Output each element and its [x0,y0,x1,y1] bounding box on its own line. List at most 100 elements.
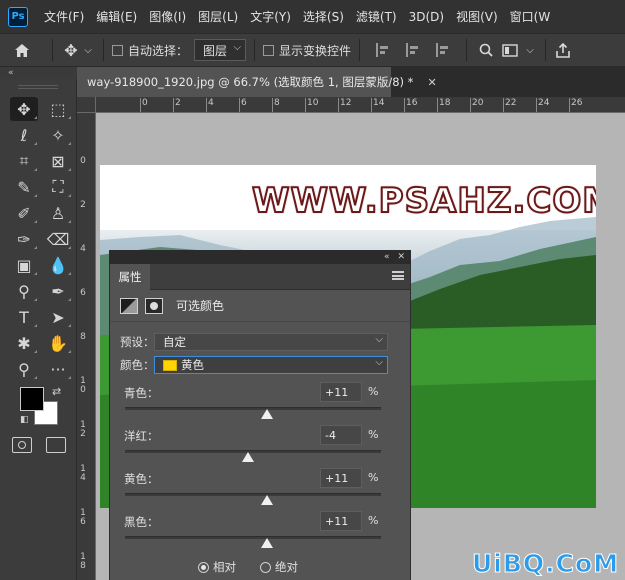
quick-mask-icon[interactable] [12,437,32,453]
menu-window[interactable]: 窗口(W [504,8,557,25]
options-bar: ✥ ⌵ 自动选择： 图层 显示变换控件 ⌵ [0,33,625,67]
slider-track[interactable] [125,407,381,410]
brush-tool-icon[interactable]: ✐ [10,201,38,225]
lasso-tool-icon[interactable]: ℓ [10,123,38,147]
preset-dropdown[interactable]: 自定 [154,333,388,351]
menu-type[interactable]: 文字(Y) [244,8,297,25]
menu-file[interactable]: 文件(F) [38,8,90,25]
close-icon[interactable]: ✕ [397,252,405,262]
ruler-label: 1 0 [80,376,86,395]
search-icon[interactable] [475,43,497,57]
ruler-label: 8 [80,332,86,342]
slider-value-input[interactable]: +11 [320,382,362,402]
pen-tool-icon[interactable]: ✒ [44,279,72,303]
crop-tool-icon[interactable]: ⌗ [10,149,38,173]
menu-3d[interactable]: 3D(D) [403,10,450,24]
dodge-tool-icon[interactable]: ⚲ [10,279,38,303]
menu-image[interactable]: 图像(I) [143,8,192,25]
chevron-down-icon[interactable]: ⌵ [81,45,95,56]
ruler-tick [371,98,372,112]
frame-tool-icon[interactable]: ⊠ [44,149,72,173]
properties-panel: 属性 可选颜色 预设： 自定 颜色： 黄色 青色： +11 % 洋红： -4 %… [109,264,411,580]
radio-relative[interactable] [198,561,209,573]
eraser-tool-icon[interactable]: ⌫ [44,227,72,251]
menu-view[interactable]: 视图(V) [450,8,504,25]
layer-mask-icon[interactable] [145,297,163,314]
path-select-tool-icon[interactable]: ➤ [44,305,72,329]
default-colors-icon[interactable]: ◧ [20,415,29,425]
colors-label: 颜色： [120,358,155,372]
menu-layer[interactable]: 图层(L) [192,8,244,25]
slider-value-input[interactable]: -4 [320,425,362,445]
panel-menu-icon[interactable] [392,271,404,280]
photoshop-logo: Ps [8,6,28,27]
move-tool-icon[interactable]: ✥ [61,41,81,60]
radio-absolute[interactable] [260,561,271,573]
tab-properties[interactable]: 属性 [110,264,150,290]
gradient-tool-icon[interactable]: ▣ [10,253,38,277]
screen-mode-icon[interactable] [46,437,66,453]
slider-value-input[interactable]: +11 [320,468,362,488]
slider-thumb[interactable] [261,538,274,548]
document-tab-title: way-918900_1920.jpg @ 66.7% (选取颜色 1, 图层蒙… [87,75,414,89]
tool-grid: ✥ ⬚ ℓ ✧ ⌗ ⊠ ✎ ⛶ ✐ ♙ ✑ ⌫ ▣ 💧 ⚲ ✒ T ➤ ✱ ✋ … [0,89,76,381]
marquee-tool-icon[interactable]: ⬚ [44,97,72,121]
shape-tool-icon[interactable]: ✱ [10,331,38,355]
share-icon[interactable] [554,42,572,58]
show-transform-checkbox[interactable] [263,44,275,56]
document-tab[interactable]: way-918900_1920.jpg @ 66.7% (选取颜色 1, 图层蒙… [77,67,437,97]
blur-tool-icon[interactable]: 💧 [44,253,72,277]
ruler-label: 1 4 [80,464,86,483]
preset-row: 预设： 自定 [110,332,388,352]
collapse-panel-icon[interactable]: « [384,252,390,262]
colors-dropdown[interactable]: 黄色 [154,356,388,374]
align-center-icon[interactable] [406,43,420,57]
adjustment-icon[interactable] [120,297,138,314]
panel-titlebar[interactable]: « ✕ [109,250,411,264]
hand-tool-icon[interactable]: ✋ [44,331,72,355]
slider-thumb[interactable] [241,452,254,462]
type-tool-icon[interactable]: T [10,305,38,329]
menu-filter[interactable]: 滤镜(T) [350,8,403,25]
close-icon[interactable]: ✕ [427,76,436,89]
zoom-tool-icon[interactable]: ⚲ [10,357,38,381]
slider-value-input[interactable]: +11 [320,511,362,531]
history-brush-tool-icon[interactable]: ✑ [10,227,38,251]
slider-thumb[interactable] [261,409,274,419]
ruler-corner[interactable] [77,97,96,113]
healing-tool-icon[interactable]: ⛶ [44,175,72,199]
ruler-label: 1 6 [80,508,86,527]
ruler-label: 12 [340,98,352,108]
slider-label: 青色： [124,386,159,400]
menu-edit[interactable]: 编辑(E) [90,8,143,25]
ruler-label: 0 [142,98,148,108]
slider-thumb[interactable] [261,495,274,505]
auto-select-checkbox[interactable] [112,44,123,56]
home-icon[interactable] [0,43,44,58]
move-tool-icon[interactable]: ✥ [10,97,38,121]
swap-colors-icon[interactable]: ⇄ [52,385,61,398]
magic-wand-tool-icon[interactable]: ✧ [44,123,72,147]
foreground-color-swatch[interactable] [20,387,44,411]
menu-select[interactable]: 选择(S) [297,8,350,25]
toolbar-collapse-button[interactable]: « [0,67,77,79]
eyedropper-tool-icon[interactable]: ✎ [10,175,38,199]
align-left-icon[interactable] [376,43,390,57]
chevron-down-icon[interactable]: ⌵ [523,45,537,56]
divider [52,39,53,61]
slider-cyan: 青色： +11 % [110,382,412,425]
ruler-label: 18 [439,98,451,108]
auto-select-dropdown[interactable]: 图层 [194,39,247,61]
ruler-vertical[interactable]: 0 2 4 6 8 1 0 1 2 1 4 1 6 1 8 [77,113,96,580]
slider-track[interactable] [125,493,381,496]
workspace-icon[interactable] [497,43,523,57]
stamp-tool-icon[interactable]: ♙ [44,201,72,225]
more-tools-icon[interactable]: ··· [44,357,72,381]
slider-track[interactable] [125,536,381,539]
ruler-horizontal[interactable]: 0 2 4 6 8 10 12 14 16 18 20 22 24 26 [96,97,625,113]
align-right-icon[interactable] [436,43,450,57]
auto-select-label: 自动选择： [128,43,189,58]
ruler-label: 26 [571,98,583,108]
ruler-label: 4 [208,98,214,108]
radio-relative-label: 相对 [213,560,236,574]
